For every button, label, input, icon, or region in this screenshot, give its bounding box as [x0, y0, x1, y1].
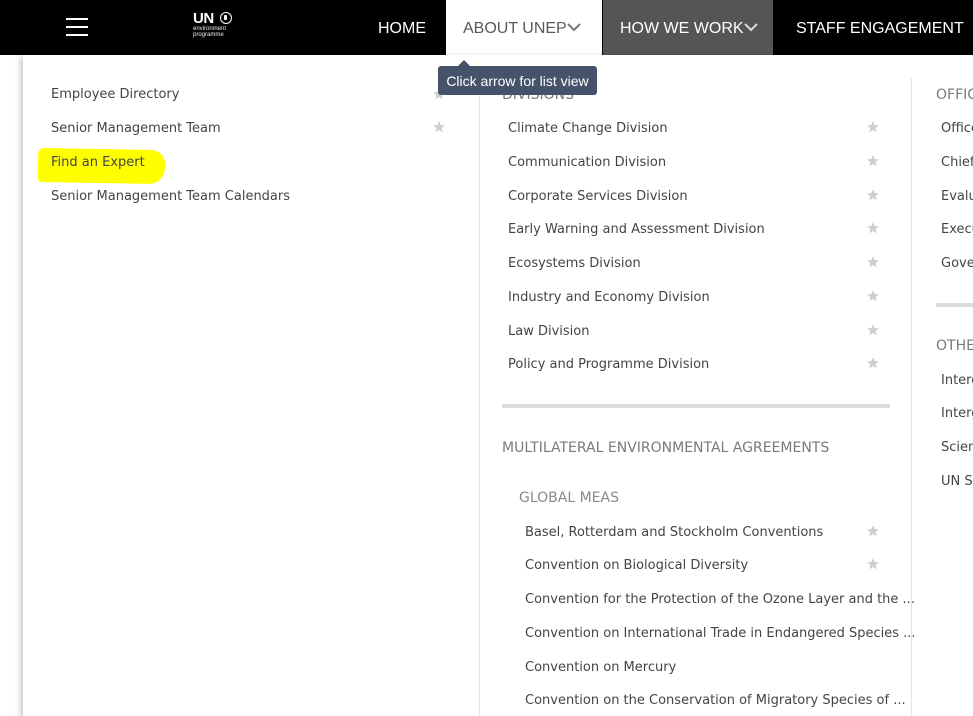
section-separator	[936, 303, 973, 307]
menu-link-find-an-expert[interactable]: Find an Expert	[51, 155, 145, 171]
menu-link-division[interactable]: Policy and Programme Division	[508, 357, 709, 373]
favorite-star-icon[interactable]	[866, 188, 880, 202]
menu-link-employee-directory[interactable]: Employee Directory	[51, 87, 179, 103]
global-meas-subheading: GLOBAL MEAS	[519, 490, 619, 506]
menu-link-division[interactable]: Corporate Services Division	[508, 189, 688, 205]
chevron-down-icon[interactable]	[567, 23, 581, 32]
mega-menu-panel	[23, 55, 973, 716]
menu-link-division[interactable]: Law Division	[508, 324, 589, 340]
list-view-tooltip: Click arrow for list view	[438, 60, 597, 95]
favorite-star-icon[interactable]	[432, 120, 446, 134]
top-navigation-bar: UN environment programme HOME ABOUT UNEP…	[0, 0, 973, 55]
menu-link-division[interactable]: Climate Change Division	[508, 121, 668, 137]
nav-about-unep[interactable]: ABOUT UNEP	[446, 0, 602, 55]
favorite-star-icon[interactable]	[866, 356, 880, 370]
nav-how-we-work[interactable]: HOW WE WORK	[603, 0, 773, 55]
favorite-star-icon[interactable]	[866, 557, 880, 571]
menu-link-other[interactable]: Interg	[941, 406, 973, 422]
offices-heading: OFFIC	[936, 87, 973, 103]
menu-link-other[interactable]: UN S	[941, 474, 973, 490]
favorite-star-icon[interactable]	[866, 524, 880, 538]
favorite-star-icon[interactable]	[866, 255, 880, 269]
menu-link-office[interactable]: Evalu	[941, 189, 973, 205]
menu-link-division[interactable]: Ecosystems Division	[508, 256, 641, 272]
menu-link-senior-management-team[interactable]: Senior Management Team	[51, 121, 221, 137]
favorite-star-icon[interactable]	[866, 289, 880, 303]
unep-logo[interactable]: UN environment programme	[193, 11, 237, 43]
menu-link-office[interactable]: Office	[941, 121, 973, 137]
menu-link-division[interactable]: Industry and Economy Division	[508, 290, 710, 306]
logo-text: UN	[193, 10, 214, 27]
favorite-star-icon[interactable]	[866, 154, 880, 168]
menu-link-other[interactable]: Scien	[941, 440, 973, 456]
favorite-star-icon[interactable]	[866, 120, 880, 134]
menu-link-smt-calendars[interactable]: Senior Management Team Calendars	[51, 189, 290, 205]
nav-staff-engagement[interactable]: STAFF ENGAGEMENT	[796, 0, 964, 55]
menu-link-division[interactable]: Early Warning and Assessment Division	[508, 222, 765, 238]
chevron-down-icon[interactable]	[744, 23, 758, 32]
offices-column: OFFIC Office Chief Evalu Execu Gove OTHE…	[935, 80, 973, 500]
menu-link-office[interactable]: Gove	[941, 256, 973, 272]
menu-link-office[interactable]: Execu	[941, 222, 973, 238]
menu-link-office[interactable]: Chief	[941, 155, 973, 171]
menu-link-mea[interactable]: Convention on Mercury	[525, 660, 676, 676]
nav-about-unep-label: ABOUT UNEP	[463, 20, 567, 37]
other-heading: OTHEI	[936, 338, 973, 354]
menu-link-mea[interactable]: Convention on Biological Diversity	[525, 558, 748, 574]
menu-link-mea[interactable]: Basel, Rotterdam and Stockholm Conventio…	[525, 525, 823, 541]
favorite-star-icon[interactable]	[866, 323, 880, 337]
menu-link-mea[interactable]: Convention on International Trade in End…	[525, 626, 916, 642]
hamburger-menu-icon[interactable]	[66, 18, 88, 36]
logo-subtitle: environment programme	[193, 26, 227, 38]
menu-link-other[interactable]: Interg	[941, 373, 973, 389]
column-divider	[479, 78, 480, 716]
nav-how-we-work-label: HOW WE WORK	[620, 20, 744, 37]
section-separator	[502, 404, 890, 408]
menu-link-mea[interactable]: Convention for the Protection of the Ozo…	[525, 592, 915, 608]
column-divider	[911, 78, 912, 716]
menu-link-mea[interactable]: Convention on the Conservation of Migrat…	[525, 693, 906, 709]
favorite-star-icon[interactable]	[866, 221, 880, 235]
mea-heading: MULTILATERAL ENVIRONMENTAL AGREEMENTS	[502, 440, 830, 456]
un-emblem-icon	[220, 12, 232, 24]
menu-link-division[interactable]: Communication Division	[508, 155, 666, 171]
nav-home[interactable]: HOME	[378, 0, 426, 55]
